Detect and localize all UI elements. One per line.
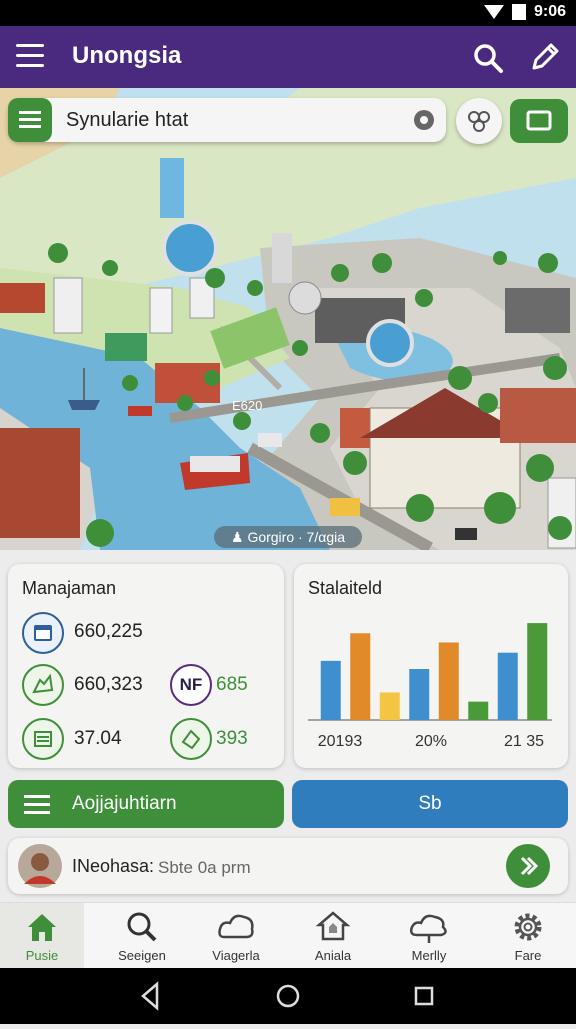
- nav-item-viagerla[interactable]: Viagerla: [190, 903, 282, 969]
- forward-button[interactable]: [506, 844, 550, 888]
- map-view[interactable]: E620: [0, 88, 576, 550]
- search-bar: Synularie htat: [8, 98, 446, 142]
- nav-label: Seeigen: [118, 948, 166, 963]
- user-status: Sbte 0a prm: [158, 858, 251, 877]
- map-caption-text: Gorgiro · 7/αgia: [247, 529, 346, 545]
- chart-bar: [350, 633, 371, 720]
- layers-button[interactable]: [456, 98, 502, 144]
- person-icon: ♟: [230, 529, 244, 545]
- city-map: E620: [0, 88, 576, 550]
- secondary-action-label: Sb: [418, 793, 442, 814]
- nav-label: Viagerla: [212, 948, 260, 963]
- view-toggle-button[interactable]: [510, 99, 568, 143]
- nav-item-aniala[interactable]: Aniala: [288, 903, 378, 969]
- chevron-right-icon: [520, 856, 539, 876]
- document-icon: [22, 718, 64, 760]
- chart-bar: [409, 669, 430, 720]
- search-icon: [474, 44, 503, 73]
- user-name: INeohasa:: [72, 856, 155, 876]
- chart-bar: [497, 652, 518, 720]
- app-bar: Unongsia: [0, 26, 576, 88]
- house-shield-icon: [315, 911, 351, 941]
- gear-icon: [514, 913, 542, 941]
- pencil-icon: [532, 43, 559, 70]
- search-icon: [127, 912, 157, 942]
- back-icon[interactable]: [141, 981, 159, 1011]
- menu-button[interactable]: [16, 44, 44, 68]
- nav-item-fare[interactable]: Fare: [482, 903, 574, 969]
- cluster-icon: [468, 111, 490, 132]
- hands-icon: [22, 664, 64, 706]
- edit-button[interactable]: [526, 40, 562, 76]
- stat-value: 393: [216, 728, 248, 749]
- chart-bar: [438, 642, 459, 720]
- nav-item-merlly[interactable]: Merlly: [384, 903, 474, 969]
- stat-value: 660,225: [74, 621, 143, 642]
- cloud-icon: [409, 914, 447, 943]
- nav-item-home[interactable]: Pusie: [0, 903, 84, 969]
- search-button[interactable]: [470, 40, 506, 76]
- map-district-label: E620: [232, 398, 262, 413]
- chart-tick-label: 21 35: [504, 733, 544, 750]
- search-input[interactable]: Synularie htat: [66, 109, 188, 132]
- avatar: [18, 844, 62, 888]
- nf-badge-icon: NF: [170, 664, 212, 706]
- status-time: 9:06: [533, 3, 566, 20]
- menu-icon: [16, 44, 44, 47]
- menu-icon: [19, 111, 41, 114]
- bottom-nav: Pusie Seeigen Viagerla Aniala Merlly Far…: [0, 902, 576, 969]
- rectangle-icon: [526, 110, 552, 131]
- chart-tick-label: 20%: [415, 733, 447, 750]
- nav-label: Aniala: [314, 948, 352, 963]
- cloud-cluster-icon: [218, 914, 254, 939]
- nav-label: Merlly: [411, 948, 447, 963]
- nav-label: Fare: [514, 948, 542, 963]
- primary-action-button[interactable]: Aojjajuhtiarn: [8, 780, 284, 828]
- hand-card-icon: [170, 718, 212, 760]
- chart-bar: [379, 692, 400, 720]
- system-nav-bar: [0, 968, 576, 1024]
- map-caption: ♟ Gorgiro · 7/αgia: [214, 526, 362, 548]
- chart-bar: [320, 660, 341, 720]
- battery-icon: [511, 4, 526, 20]
- calendar-icon: [22, 612, 64, 654]
- stat-value: 37.04: [74, 728, 122, 749]
- secondary-action-button[interactable]: Sb: [292, 780, 568, 828]
- chart-bar: [468, 701, 489, 720]
- home-icon: [28, 914, 56, 941]
- home-circle-icon[interactable]: [276, 984, 300, 1008]
- chart-card: Stalaiteld 20193 20% 21 35: [294, 564, 568, 768]
- stat-value: 660,323: [74, 674, 143, 695]
- list-icon: [24, 795, 50, 814]
- primary-action-label: Aojjajuhtiarn: [72, 793, 177, 814]
- management-card: Manajaman 660,225 660,323 NF 685 37.04 3…: [8, 564, 284, 768]
- user-row[interactable]: INeohasa: Sbte 0a prm: [8, 838, 568, 894]
- settings-icon[interactable]: [410, 106, 438, 134]
- bar-chart: 20193 20% 21 35: [308, 623, 552, 750]
- nav-item-search[interactable]: Seeigen: [96, 903, 188, 969]
- chart-bar: [527, 623, 548, 720]
- stat-value: 685: [216, 674, 248, 695]
- wifi-icon: [483, 5, 504, 19]
- management-title: Manajaman: [22, 578, 117, 598]
- status-bar: 9:06: [0, 0, 576, 26]
- nav-label: Pusie: [25, 948, 59, 963]
- search-menu-button[interactable]: [8, 98, 52, 142]
- recents-icon[interactable]: [414, 986, 434, 1006]
- app-title: Unongsia: [72, 42, 182, 69]
- chart-tick-label: 20193: [318, 733, 363, 750]
